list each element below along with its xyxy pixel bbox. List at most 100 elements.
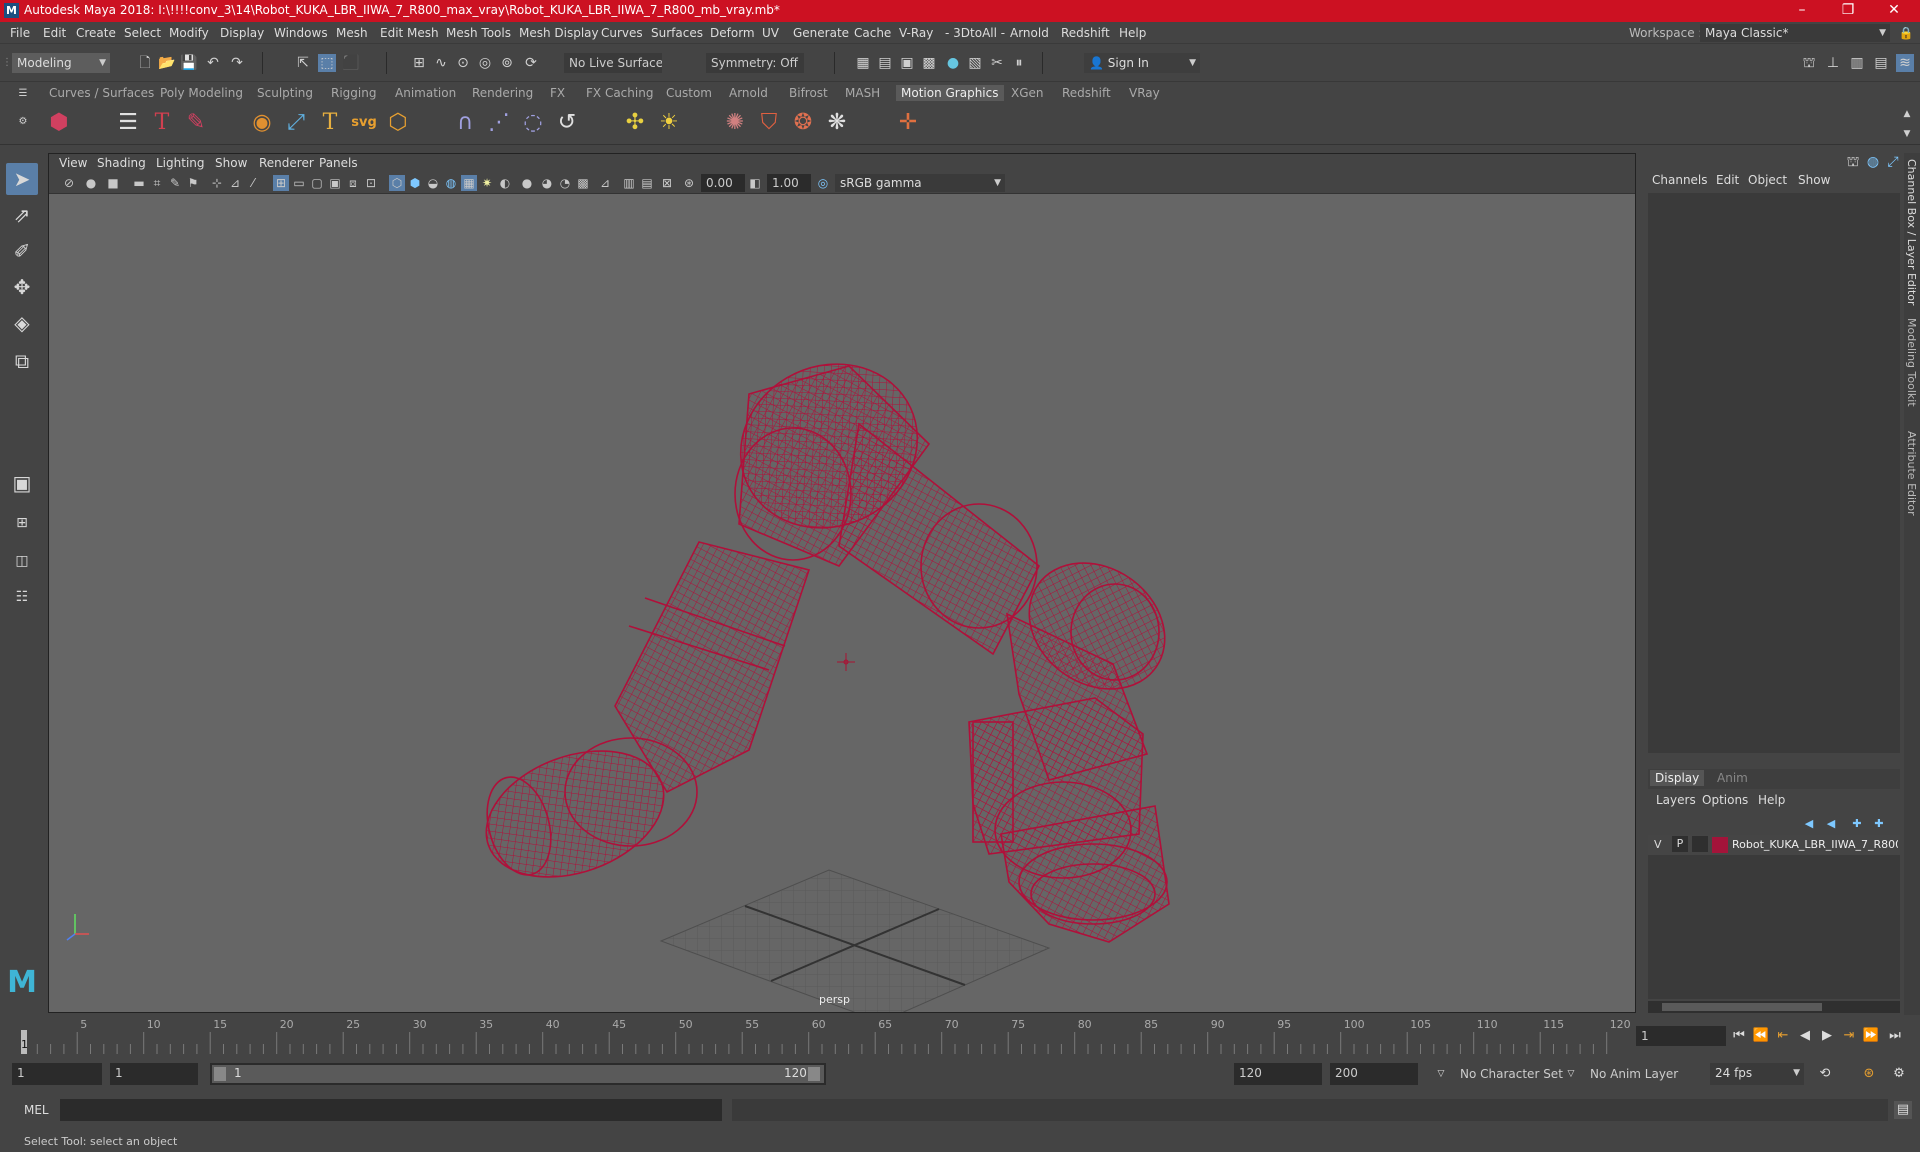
camera-attributes-icon[interactable]: ● [83, 175, 99, 191]
viewport-panel[interactable]: View Shading Lighting Show Renderer Pane… [48, 153, 1636, 1013]
range-start-handle[interactable] [214, 1067, 226, 1081]
shelf-tab-mash[interactable]: MASH [840, 85, 885, 101]
select-component-icon[interactable]: ⬛ [342, 54, 360, 72]
layer-scrollbar[interactable] [1648, 1001, 1900, 1013]
smooth-shade-icon[interactable]: ⬢ [407, 175, 423, 191]
layer-visibility-toggle[interactable]: V [1654, 838, 1662, 851]
current-frame-field[interactable]: 1 [1636, 1026, 1726, 1046]
cross-locator-icon[interactable]: ✛ [893, 107, 923, 139]
move-tool-icon[interactable]: ✥ [6, 271, 38, 303]
anim-layer-label[interactable]: No Anim Layer [1590, 1067, 1678, 1081]
shelf-tab-rendering[interactable]: Rendering [467, 85, 538, 101]
step-forward-icon[interactable]: ⏩ [1862, 1027, 1880, 1045]
resolution-gate-icon[interactable]: ⁄ [245, 175, 261, 191]
xray-active-icon[interactable]: ▤ [639, 175, 655, 191]
step-back-key-icon[interactable]: ⇤ [1774, 1027, 1792, 1045]
menu-uv[interactable]: UV [762, 26, 779, 40]
layer-options-menu[interactable]: Options [1702, 793, 1748, 807]
single-view-icon[interactable]: ▣ [6, 467, 38, 499]
menu-edit[interactable]: Edit [43, 26, 66, 40]
restore-button[interactable]: ❐ [1826, 0, 1870, 22]
snap-point-icon[interactable]: ⊙ [454, 54, 472, 72]
paint-effects-icon[interactable]: ✎ [181, 107, 211, 139]
animation-end-field[interactable]: 200 [1330, 1063, 1418, 1085]
select-object-icon[interactable]: ⬚ [318, 54, 336, 72]
animation-prefs-icon[interactable]: ⚙ [1890, 1065, 1908, 1083]
close-button[interactable]: ✕ [1872, 0, 1916, 22]
cylinder-icon[interactable]: ◌ [518, 107, 548, 139]
playback-end-field[interactable]: 120 [1234, 1063, 1322, 1085]
redo-icon[interactable]: ↷ [228, 54, 246, 72]
menu-3dtoall[interactable]: - 3DtoAll - [945, 26, 1005, 40]
workspace-selector[interactable]: Maya Classic* ▼ [1700, 24, 1890, 42]
rotate-tool-icon[interactable]: ◈ [6, 307, 38, 339]
channel-box-area[interactable] [1648, 193, 1900, 753]
new-scene-icon[interactable]: 🗋 [136, 54, 154, 72]
xray-icon[interactable]: ⊿ [597, 175, 613, 191]
curve-tool-icon[interactable]: ⤢ [281, 107, 311, 139]
menu-file[interactable]: File [10, 26, 30, 40]
snap-together-icon[interactable]: ⟳ [522, 54, 540, 72]
playback-start-field[interactable]: 1 [110, 1063, 198, 1085]
outliner-toggle-icon[interactable]: ▤ [1872, 54, 1890, 72]
vray-render-icon[interactable]: ✂ [988, 54, 1006, 72]
exposure-icon[interactable]: ⊛ [681, 175, 697, 191]
symmetry-field[interactable]: Symmetry: Off [706, 53, 804, 73]
render-sequence-icon[interactable]: ▤ [876, 54, 894, 72]
command-input[interactable] [60, 1099, 722, 1121]
sphere-icon[interactable]: ◉ [247, 107, 277, 139]
channel-edit-menu[interactable]: Edit [1716, 173, 1739, 187]
tool-settings-icon[interactable]: ▥ [1848, 54, 1866, 72]
deform-icon[interactable]: ∩ [450, 107, 480, 139]
script-editor-icon[interactable]: ▤ [1894, 1101, 1912, 1119]
vray-stop-icon[interactable]: ⏸ [1010, 54, 1028, 72]
script-language-toggle[interactable]: MEL [24, 1103, 49, 1117]
viewport-menu-renderer[interactable]: Renderer [259, 156, 314, 170]
menu-mesh-display[interactable]: Mesh Display [519, 26, 599, 40]
hud-icon[interactable]: ⊡ [363, 175, 379, 191]
svg-tool-icon[interactable]: svg [349, 107, 379, 139]
shelf-menu-icon[interactable]: ☰ [14, 85, 32, 103]
viewport-menu-view[interactable]: View [59, 156, 87, 170]
layer-reference-toggle[interactable] [1692, 836, 1708, 852]
move-layer-up-icon[interactable]: ◀ [1800, 815, 1818, 833]
hypershade-icon[interactable]: ● [944, 54, 962, 72]
color-space-selector[interactable]: sRGB gamma ▼ [835, 174, 1005, 192]
globe-icon[interactable]: ◍ [1864, 153, 1882, 171]
outliner-layout-icon[interactable]: ☷ [6, 581, 38, 613]
isolate-select-icon[interactable]: ▩ [575, 175, 591, 191]
film-gate-icon[interactable]: ⊿ [227, 175, 243, 191]
ipr-render-icon[interactable]: ▣ [898, 54, 916, 72]
menu-arnold[interactable]: Arnold [1010, 26, 1049, 40]
lasso-tool-icon[interactable]: ⇗ [6, 199, 38, 231]
gamma-icon[interactable]: ◧ [747, 175, 763, 191]
range-bar-handle[interactable]: 1 120 [212, 1065, 824, 1083]
select-tool-icon[interactable]: ➤ [6, 163, 38, 195]
textured-icon[interactable]: ◍ [443, 175, 459, 191]
menu-set-selector[interactable]: Modeling ▼ [12, 53, 110, 73]
snap-grid-icon[interactable]: ⊞ [410, 54, 428, 72]
all-lights-icon[interactable]: ▦ [461, 175, 477, 191]
twist-icon[interactable]: ↺ [552, 107, 582, 139]
render-settings-icon[interactable]: ▩ [920, 54, 938, 72]
save-scene-icon[interactable]: 💾 [180, 54, 198, 72]
shelf-tab-redshift[interactable]: Redshift [1057, 85, 1116, 101]
gamma-field[interactable]: 1.00 [767, 174, 811, 192]
shadows-icon[interactable]: ✷ [479, 175, 495, 191]
depth-of-field-icon[interactable]: ◔ [557, 175, 573, 191]
range-bar[interactable]: 1 120 [210, 1063, 826, 1085]
field-chart-icon[interactable]: ▭ [291, 175, 307, 191]
exposure-field[interactable]: 0.00 [701, 174, 745, 192]
layer-name[interactable]: Robot_KUKA_LBR_IIWA_7_R800 [1732, 838, 1898, 851]
text-tool-icon[interactable]: T [315, 107, 345, 139]
snap-surface-icon[interactable]: ⊚ [498, 54, 516, 72]
layer-tab-anim[interactable]: Anim [1712, 770, 1753, 786]
bend-icon[interactable]: ⋰ [484, 107, 514, 139]
layer-color-swatch[interactable] [1712, 837, 1728, 853]
menu-help[interactable]: Help [1119, 26, 1146, 40]
menu-modify[interactable]: Modify [169, 26, 209, 40]
menu-redshift[interactable]: Redshift [1061, 26, 1110, 40]
menu-mesh[interactable]: Mesh [336, 26, 368, 40]
light-locator-icon[interactable]: ✣ [620, 107, 650, 139]
float-panel-icon[interactable]: ⤢ [1884, 153, 1902, 171]
